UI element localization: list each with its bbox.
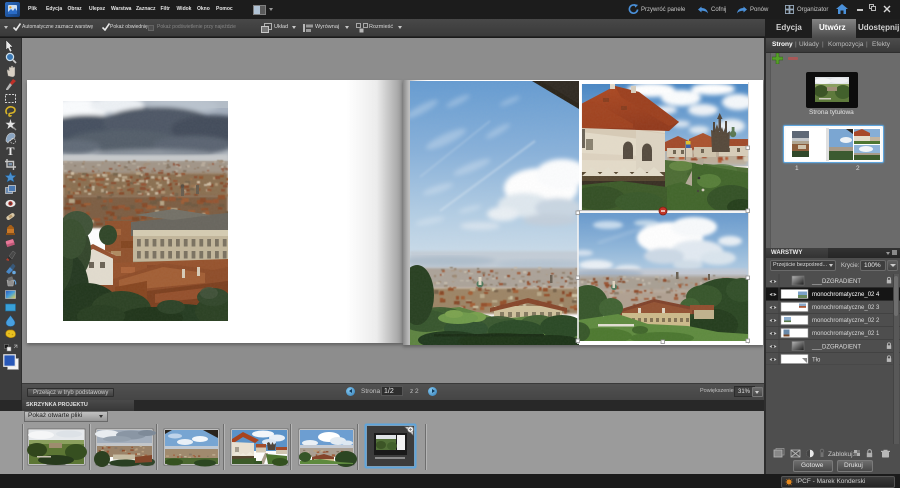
svg-text:T: T: [6, 144, 14, 158]
svg-text:monochromatyczne_02 3: monochromatyczne_02 3: [812, 305, 880, 311]
svg-text:monochromatyczne_02 4: monochromatyczne_02 4: [812, 292, 880, 298]
svg-text:monochromatyczne_02 2: monochromatyczne_02 2: [812, 318, 880, 324]
svg-text:Tło: Tło: [812, 358, 821, 364]
svg-text:___DZGRADIENT: ___DZGRADIENT: [811, 345, 861, 351]
svg-text:___DZGRADIENT: ___DZGRADIENT: [811, 279, 861, 285]
svg-text:Zablokuj:: Zablokuj:: [828, 451, 855, 458]
svg-text:monochromatyczne_02 1: monochromatyczne_02 1: [812, 331, 880, 337]
